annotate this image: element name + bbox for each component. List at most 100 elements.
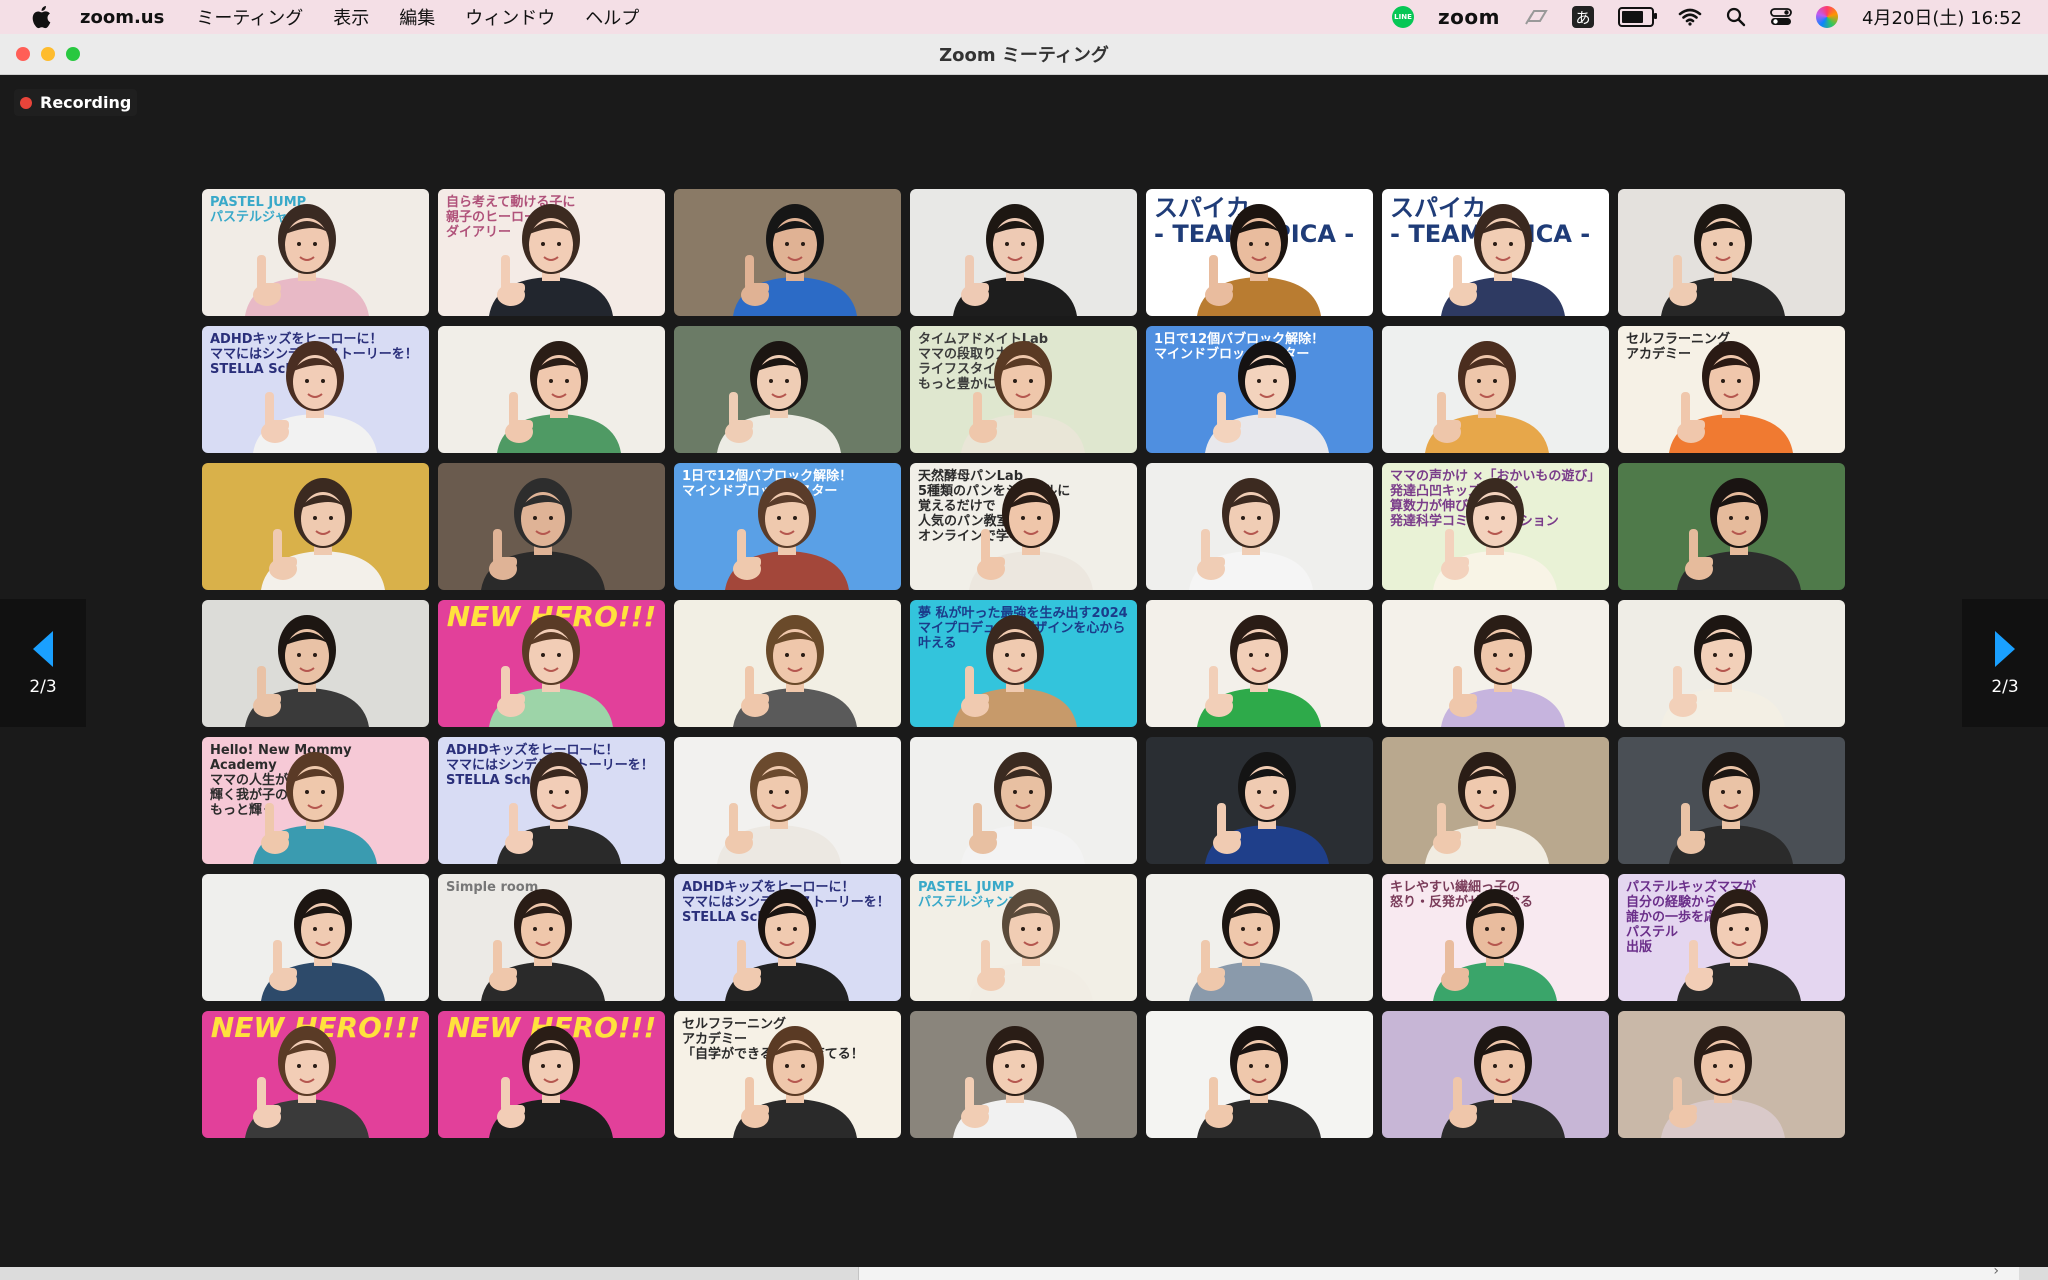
participant-video-tile[interactable]: 1日で12個バブロック解除！ マインドブロックバスター (674, 463, 901, 590)
participant-video-tile[interactable] (1382, 326, 1609, 453)
search-icon[interactable] (1726, 7, 1746, 27)
participant-video-feed (245, 1026, 369, 1138)
participant-video-tile[interactable] (674, 600, 901, 727)
apple-icon[interactable] (30, 4, 52, 30)
participant-video-tile[interactable]: スパイカ - TEAM SPICA - (1382, 189, 1609, 316)
participant-video-tile[interactable]: 夢 私が叶った最強を生み出す2024 マイプロデュースデザインを心から叶える (910, 600, 1137, 727)
participant-video-feed (489, 204, 613, 316)
ime-icon[interactable]: あ (1572, 6, 1594, 28)
participant-video-tile[interactable]: ADHDキッズをヒーローに！ ママにはシンデレラストーリーを！ STELLA S… (674, 874, 901, 1001)
menu-meeting[interactable]: ミーティング (196, 4, 303, 30)
participant-video-feed (1677, 478, 1801, 590)
participant-video-tile[interactable]: ADHDキッズをヒーローに！ ママにはシンデレラストーリーを！ STELLA S… (202, 326, 429, 453)
participant-video-feed (245, 615, 369, 727)
maximize-button[interactable] (66, 47, 80, 61)
participant-video-tile[interactable] (1146, 737, 1373, 864)
participant-video-tile[interactable]: PASTEL JUMP パステルジャンプ (910, 874, 1137, 1001)
participant-video-feed (1661, 615, 1785, 727)
participant-video-tile[interactable] (1618, 737, 1845, 864)
menu-window[interactable]: ウィンドウ (465, 4, 555, 30)
close-button[interactable] (16, 47, 30, 61)
wifi-icon[interactable] (1678, 8, 1702, 26)
participant-video-tile[interactable] (1146, 600, 1373, 727)
app-name-menu[interactable]: zoom.us (80, 7, 164, 28)
participant-video-tile[interactable] (910, 1011, 1137, 1138)
participant-video-tile[interactable] (1146, 1011, 1373, 1138)
recording-dot-icon (20, 96, 32, 109)
participant-video-tile[interactable] (1618, 463, 1845, 590)
participant-video-feed (725, 478, 849, 590)
participant-video-tile[interactable]: セルフラーニング アカデミー 「自学ができる子」を育てる！ (674, 1011, 901, 1138)
participant-video-tile[interactable]: Hello! New Mommy Academy ママの人生が 輝く我が子の未来… (202, 737, 429, 864)
participant-video-feed (481, 478, 605, 590)
next-page-button[interactable]: 2/3 (1962, 599, 2048, 727)
participant-video-tile[interactable]: 天然酵母パンLab 5種類のパンをシンプルに 覚えるだけで 人気のパン教室が オ… (910, 463, 1137, 590)
minimize-button[interactable] (41, 47, 55, 61)
menu-view[interactable]: 表示 (333, 4, 369, 30)
participant-video-tile[interactable] (674, 326, 901, 453)
participant-video-tile[interactable] (202, 600, 429, 727)
zoom-status-icon[interactable]: zoom (1438, 5, 1500, 29)
participant-video-tile[interactable] (1146, 463, 1373, 590)
participant-video-feed (717, 341, 841, 453)
control-center-icon[interactable] (1770, 7, 1792, 27)
menu-help[interactable]: ヘルプ (585, 4, 639, 30)
chevron-right-icon[interactable]: › (1993, 1263, 1999, 1279)
participant-video-tile[interactable] (674, 189, 901, 316)
participant-video-tile[interactable] (438, 463, 665, 590)
recording-indicator[interactable]: Recording (14, 89, 138, 116)
participant-video-feed (1433, 478, 1557, 590)
participant-video-tile[interactable]: スパイカ - TEAM SPICA - (1146, 189, 1373, 316)
participant-video-tile[interactable] (202, 463, 429, 590)
page-indicator-left: 2/3 (29, 677, 57, 697)
participant-video-tile[interactable]: タイムアドメイトLab ママの段取り力で ライフスタイルを もっと豊かに！ (910, 326, 1137, 453)
participant-video-tile[interactable] (1382, 600, 1609, 727)
participant-video-feed (1669, 752, 1793, 864)
participant-video-tile[interactable] (202, 874, 429, 1001)
participant-video-feed (489, 1026, 613, 1138)
participant-video-tile[interactable] (1382, 737, 1609, 864)
participant-video-tile[interactable] (1146, 874, 1373, 1001)
participant-video-feed (1205, 341, 1329, 453)
participant-video-feed (1441, 1026, 1565, 1138)
previous-page-button[interactable]: 2/3 (0, 599, 86, 727)
participant-video-tile[interactable]: NEW HERO!!! (438, 600, 665, 727)
siri-icon[interactable] (1816, 6, 1838, 28)
participant-video-tile[interactable]: パステルキッズママが 自分の経験から 誰かの一歩を応援する パステル 出版 (1618, 874, 1845, 1001)
participant-video-tile[interactable] (1618, 189, 1845, 316)
participant-video-tile[interactable]: 自ら考えて動ける子に 親子のヒーローズ ダイアリー (438, 189, 665, 316)
participant-video-feed (1197, 1026, 1321, 1138)
battery-icon[interactable] (1618, 7, 1657, 27)
participant-video-tile[interactable]: ADHDキッズをヒーローに！ ママにはシンデレラストーリーを！ STELLA S… (438, 737, 665, 864)
participant-video-feed (1205, 752, 1329, 864)
participant-video-tile[interactable]: 1日で12個バブロック解除！ マインドブロックバスター (1146, 326, 1373, 453)
participant-video-tile[interactable]: PASTEL JUMP パステルジャンプ (202, 189, 429, 316)
menu-edit[interactable]: 編集 (399, 4, 435, 30)
participant-video-feed (953, 615, 1077, 727)
stage-manager-icon[interactable] (1524, 8, 1548, 26)
participant-video-feed (1677, 889, 1801, 1001)
clock[interactable]: 4月20日(土) 16:52 (1862, 4, 2022, 30)
participant-video-tile[interactable]: キレやすい繊細っ子の 怒り・反発がゼロになる (1382, 874, 1609, 1001)
participant-video-tile[interactable] (910, 737, 1137, 864)
arrow-left-icon (33, 631, 53, 667)
participant-video-tile[interactable] (1618, 600, 1845, 727)
participant-video-tile[interactable]: ママの声かけ ×「おかいもの遊び」 発達凸凹キッズの脳と 算数力が伸びる！ 発達… (1382, 463, 1609, 590)
participant-video-tile[interactable] (438, 326, 665, 453)
participant-video-tile[interactable] (1382, 1011, 1609, 1138)
participant-video-tile[interactable]: NEW HERO!!! (202, 1011, 429, 1138)
participant-video-tile[interactable]: NEW HERO!!! (438, 1011, 665, 1138)
horizontal-scroll-track[interactable]: › (858, 1263, 2019, 1280)
participant-video-tile[interactable]: セルフラーニング アカデミー (1618, 326, 1845, 453)
arrow-right-icon (1995, 631, 2015, 667)
participant-video-tile[interactable] (674, 737, 901, 864)
line-icon[interactable]: LINE (1392, 6, 1415, 28)
participant-video-feed (733, 1026, 857, 1138)
meeting-gallery-view: Recording 2/3 2/3 PASTEL JUMP パステルジャンプ 自ら… (0, 75, 2048, 1267)
participant-video-feed (717, 752, 841, 864)
participant-video-tile[interactable] (910, 189, 1137, 316)
status-area: LINE zoom あ 4月20日(土) 16:52 (1368, 0, 2022, 34)
participant-video-tile[interactable] (1618, 1011, 1845, 1138)
participant-video-feed (969, 889, 1093, 1001)
participant-video-tile[interactable]: Simple room (438, 874, 665, 1001)
